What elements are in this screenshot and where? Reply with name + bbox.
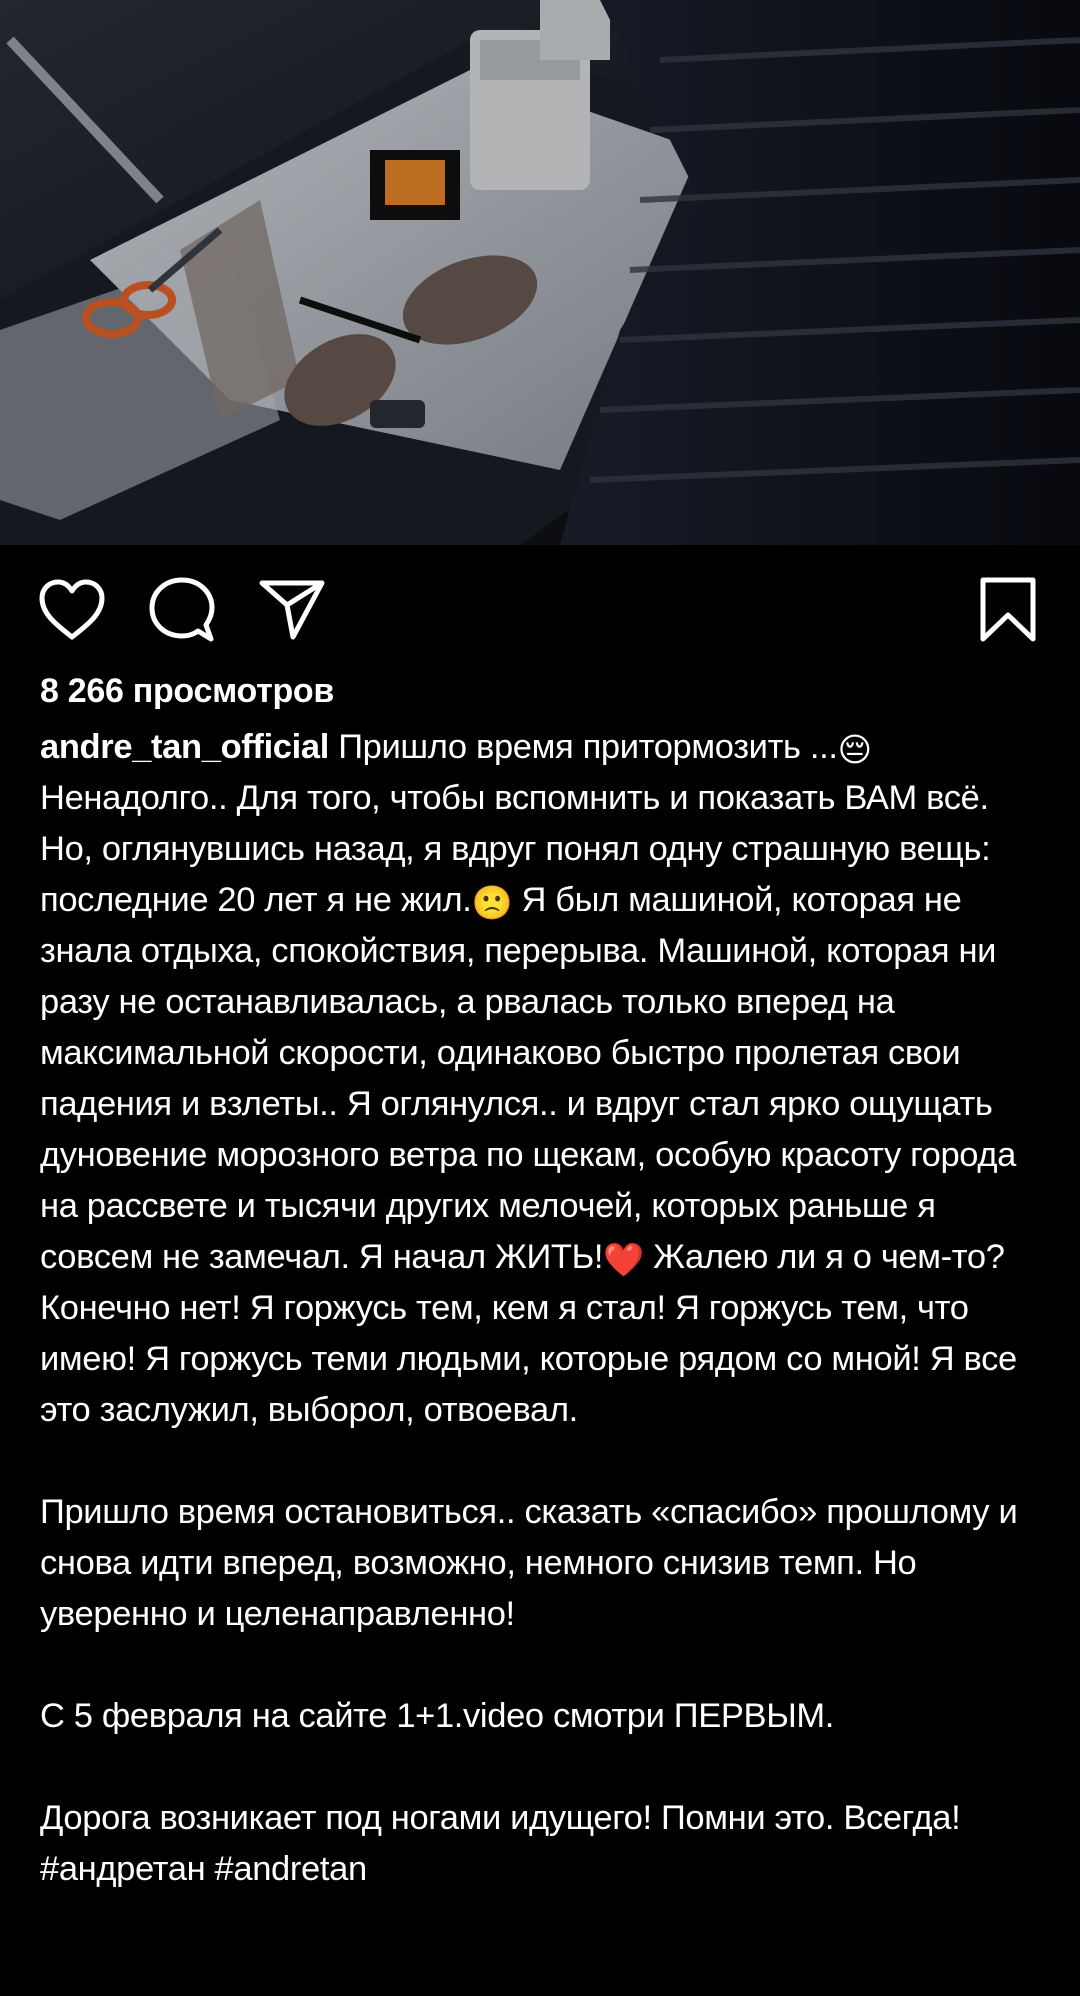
hashtag-link[interactable]: #андретан	[40, 1850, 206, 1888]
caption-paragraph: Пришло время остановиться.. сказать «спа…	[40, 1493, 1018, 1633]
username-link[interactable]: andre_tan_official	[40, 728, 329, 766]
caption-text: Пришло время притормозить ...	[328, 728, 838, 766]
caption-text: Дорога возникает под ногами идущего! Пом…	[40, 1799, 961, 1837]
share-button[interactable]	[254, 572, 330, 648]
sewing-scene-image	[0, 0, 1080, 545]
post-caption: andre_tan_official Пришло время притормо…	[40, 722, 1050, 1895]
heart-outline-icon	[39, 579, 105, 640]
paper-plane-icon	[259, 580, 325, 640]
comment-button[interactable]	[144, 572, 220, 648]
post-video-thumbnail[interactable]	[0, 0, 1080, 545]
bookmark-outline-icon	[980, 577, 1036, 642]
frowning-face-emoji: 🙁	[471, 884, 513, 921]
caption-text: Я был машиной, которая не знала отдыха, …	[40, 881, 1016, 1276]
save-button[interactable]	[970, 572, 1046, 648]
hashtag-link[interactable]: #andretan	[215, 1850, 368, 1888]
post-action-bar	[0, 560, 1080, 660]
speech-bubble-icon	[149, 577, 215, 642]
red-heart-emoji: ❤️	[603, 1241, 644, 1278]
caption-paragraph: andre_tan_official Пришло время притормо…	[40, 722, 1050, 1436]
pensive-face-emoji: 😔	[837, 731, 872, 768]
caption-paragraph: Дорога возникает под ногами идущего! Пом…	[40, 1793, 1050, 1895]
like-button[interactable]	[34, 572, 110, 648]
views-count[interactable]: 8 266 просмотров	[40, 672, 334, 711]
caption-paragraph: С 5 февраля на сайте 1+1.video смотри ПЕ…	[40, 1697, 835, 1735]
